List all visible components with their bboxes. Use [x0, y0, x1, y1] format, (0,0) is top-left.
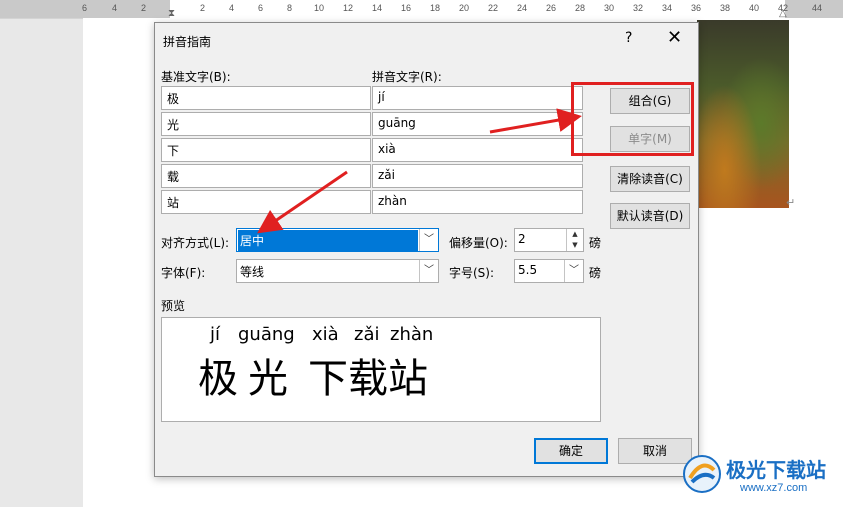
watermark-url: www.xz7.com	[740, 482, 808, 494]
arrow-to-alignment	[257, 170, 348, 234]
watermark: 极光下载站 www.xz7.com	[680, 448, 840, 504]
watermark-logo-icon	[683, 455, 721, 493]
watermark-name: 极光下载站	[726, 458, 826, 482]
annotation-arrows	[257, 108, 582, 234]
arrow-to-buttons	[489, 108, 582, 134]
